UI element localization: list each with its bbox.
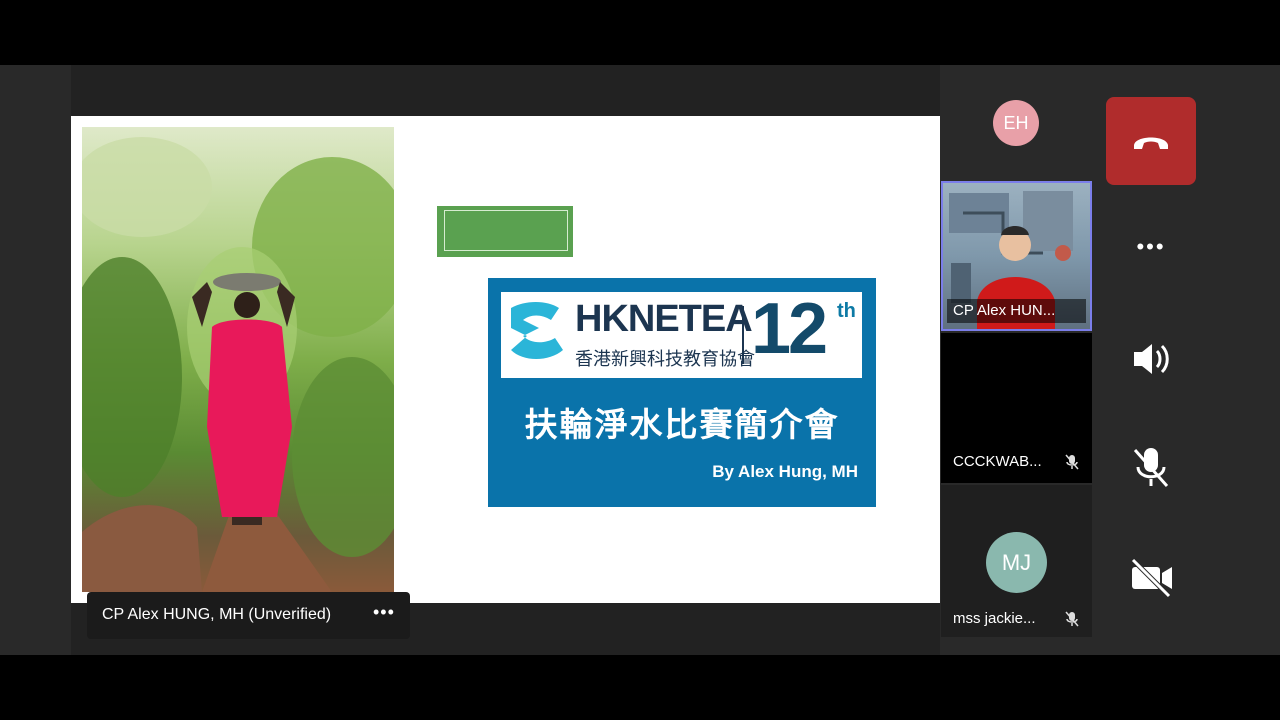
presenter-name-tag: CP Alex HUNG, MH (Unverified) ••• <box>87 592 410 639</box>
call-controls: ••• <box>1093 65 1280 655</box>
logo-name-text: HKNETEA <box>575 298 753 340</box>
camera-button[interactable] <box>1106 533 1196 621</box>
more-options-button[interactable]: ••• <box>1106 206 1196 294</box>
hknetea-logo-mark <box>511 302 563 359</box>
hang-up-button[interactable] <box>1106 97 1196 185</box>
participant-tile-mj[interactable]: MJ mss jackie... <box>941 485 1092 637</box>
logo-ordinal-suffix: th <box>837 300 856 322</box>
mute-button[interactable] <box>1106 424 1196 512</box>
participant-tile-eh[interactable]: EH <box>941 65 1092 179</box>
mic-off-icon <box>1133 448 1169 487</box>
meeting-window: HKNETEA 香港新興科技教育協會 12 th 扶輪淨水比賽簡介會 By Al… <box>0 65 1280 655</box>
participant-name: CCCKWAB... <box>953 453 1042 470</box>
slide-photo <box>82 127 394 592</box>
shared-screen: HKNETEA 香港新興科技教育協會 12 th 扶輪淨水比賽簡介會 By Al… <box>71 65 940 655</box>
camera-off-icon <box>1131 558 1172 598</box>
participant-name-label: CCCKWAB... <box>947 450 1086 474</box>
slide-title-card: HKNETEA 香港新興科技教育協會 12 th 扶輪淨水比賽簡介會 By Al… <box>488 278 876 507</box>
avatar: EH <box>993 100 1039 146</box>
mic-muted-icon <box>1065 611 1079 627</box>
phone-hangup-icon <box>1134 137 1168 149</box>
participant-tile-cccwab[interactable]: CCCKWAB... <box>941 333 1092 483</box>
logo-anniversary-number: 12 <box>751 289 828 369</box>
woman-carrying-water-image <box>82 137 394 592</box>
presenter-more-button[interactable]: ••• <box>373 602 395 623</box>
presenter-name: CP Alex HUNG, MH (Unverified) <box>102 606 332 623</box>
participant-name-label: mss jackie... <box>953 608 1088 630</box>
slide-green-box-frame <box>444 210 568 251</box>
logo-divider <box>742 306 744 364</box>
presentation-slide: HKNETEA 香港新興科技教育協會 12 th 扶輪淨水比賽簡介會 By Al… <box>71 116 940 603</box>
slide-byline: By Alex Hung, MH <box>712 462 858 481</box>
logo-chinese-text: 香港新興科技教育協會 <box>575 349 755 369</box>
avatar: MJ <box>986 532 1047 593</box>
hknetea-logo: HKNETEA 香港新興科技教育協會 12 th <box>501 289 862 378</box>
slide-title: 扶輪淨水比賽簡介會 <box>524 406 840 443</box>
participant-tile-video[interactable]: CP Alex HUN... <box>941 181 1092 331</box>
speaker-button[interactable] <box>1106 315 1196 403</box>
more-icon: ••• <box>1136 234 1166 259</box>
participant-name: mss jackie... <box>953 610 1036 627</box>
participant-name-label: CP Alex HUN... <box>947 299 1086 323</box>
speaker-icon <box>1134 344 1169 374</box>
mic-muted-icon <box>1065 454 1079 470</box>
